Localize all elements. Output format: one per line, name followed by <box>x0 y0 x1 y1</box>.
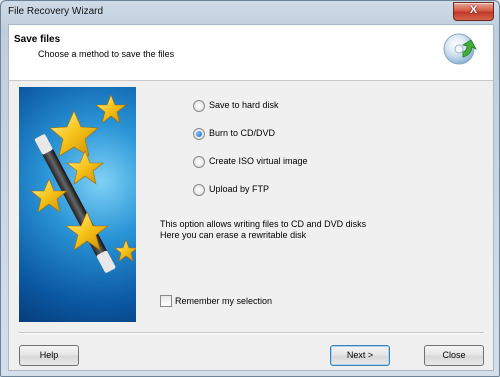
option-label: Burn to CD/DVD <box>209 128 276 138</box>
option-label: Create ISO virtual image <box>209 156 308 166</box>
radio-button[interactable] <box>193 184 205 196</box>
option-label: Upload by FTP <box>209 184 270 194</box>
disc-save-icon <box>443 33 477 65</box>
magic-wand-illustration <box>19 87 136 322</box>
option-label: Save to hard disk <box>209 100 279 110</box>
footer-divider <box>19 332 484 334</box>
close-button[interactable]: Close <box>424 345 484 366</box>
option-description: This option allows writing files to CD a… <box>160 219 366 241</box>
help-button[interactable]: Help <box>19 345 79 366</box>
radio-button[interactable] <box>193 100 205 112</box>
remember-checkbox[interactable] <box>160 295 172 307</box>
description-line-1: This option allows writing files to CD a… <box>160 219 367 229</box>
close-icon: X <box>469 4 478 16</box>
wizard-window: File Recovery Wizard X Save files Choose… <box>0 0 500 377</box>
next-button[interactable]: Next > <box>330 345 390 366</box>
title-bar[interactable]: File Recovery Wizard X <box>1 1 499 23</box>
window-close-button[interactable]: X <box>453 2 494 21</box>
magic-wand-icon <box>30 94 136 273</box>
radio-button[interactable] <box>193 156 205 168</box>
wizard-header: Save files Choose a method to save the f… <box>9 25 493 81</box>
page-title: Save files <box>14 34 61 45</box>
description-line-2: Here you can erase a rewritable disk <box>160 230 307 240</box>
remember-label: Remember my selection <box>175 296 273 306</box>
wizard-client-area: Save files Choose a method to save the f… <box>8 24 494 371</box>
radio-button-selected[interactable] <box>193 128 205 140</box>
window-title: File Recovery Wizard <box>8 6 104 17</box>
page-subtitle: Choose a method to save the files <box>38 49 175 59</box>
